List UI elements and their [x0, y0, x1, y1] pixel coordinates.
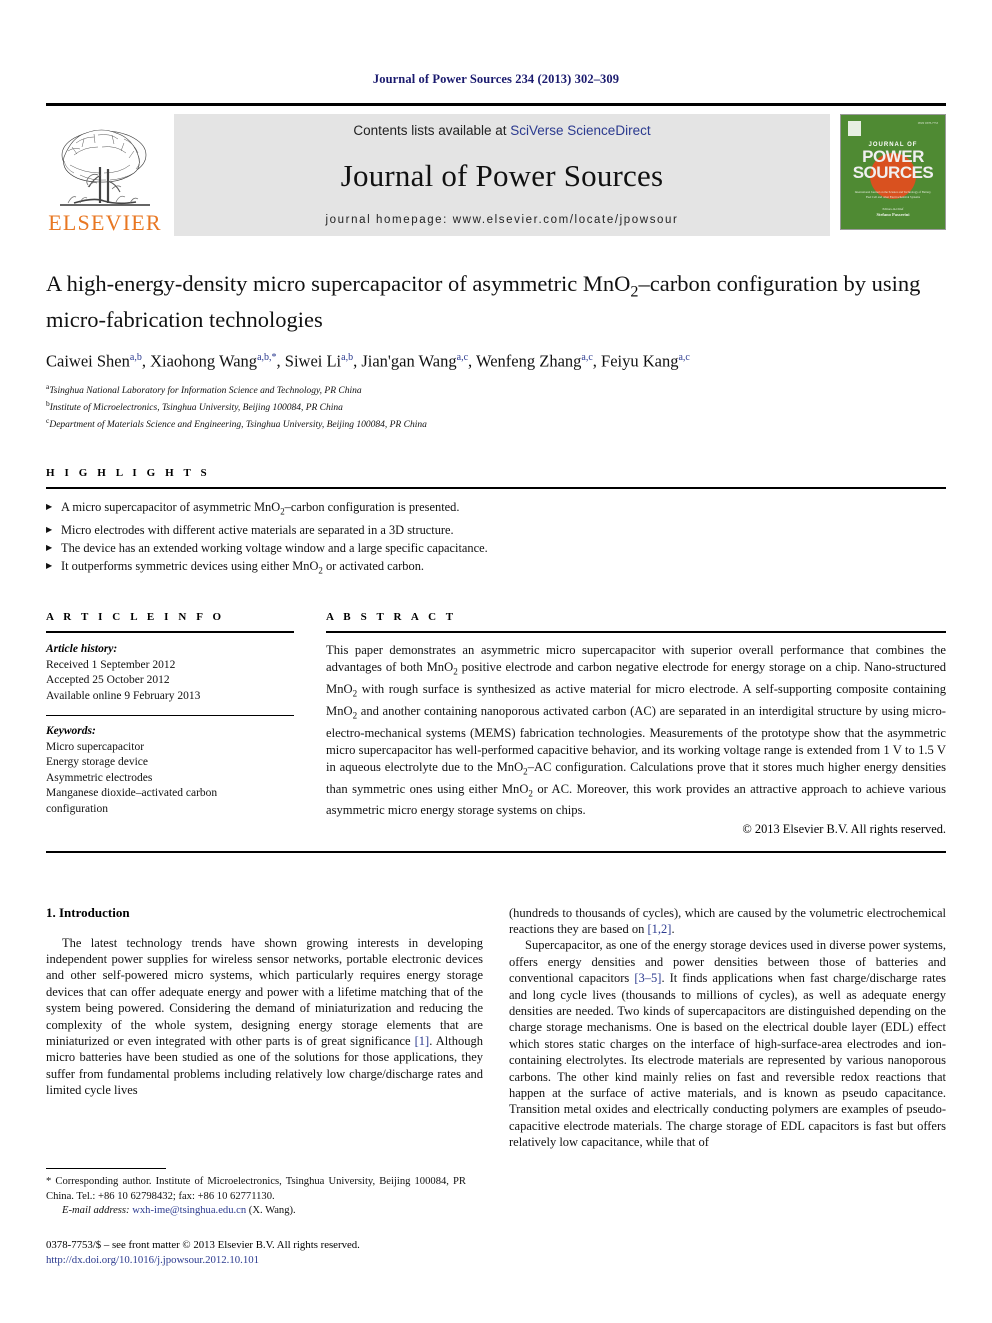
intro-paragraph-right-1: (hundreds to thousands of cycles), which…: [509, 905, 946, 936]
highlights-divider: [46, 487, 946, 490]
author-affil-marks: a,c: [678, 351, 690, 363]
journal-cover-thumbnail: ISSN 0378-7753 JOURNAL OF POWER SOURCES …: [840, 114, 946, 230]
author-name: Jian'gan Wang: [361, 351, 457, 370]
highlight-item: Micro electrodes with different active m…: [46, 521, 946, 539]
abstract-column: A B S T R A C T This paper demonstrates …: [326, 611, 946, 836]
email-link[interactable]: wxh-ime@tsinghua.edu.cn: [132, 1205, 246, 1216]
keywords-label: Keywords:: [46, 725, 96, 738]
author-affil-marks: a,b: [341, 351, 354, 363]
citation-link[interactable]: [3–5]: [634, 971, 661, 985]
affiliation-item: bInstitute of Microelectronics, Tsinghua…: [46, 398, 946, 415]
affiliation-list: aTsinghua National Laboratory for Inform…: [46, 381, 946, 431]
highlights-list: A micro supercapacitor of asymmetric MnO…: [46, 498, 946, 579]
author-name: Xiaohong Wang: [150, 351, 258, 370]
article-history-label: Article history:: [46, 643, 118, 656]
author-name: Wenfeng Zhang: [475, 351, 582, 370]
keyword-item: Asymmetric electrodes: [46, 771, 153, 784]
running-head: Journal of Power Sources 234 (2013) 302–…: [372, 72, 620, 86]
cover-footer: Editors-in-Chief Stefano Passerini: [846, 207, 940, 218]
highlight-item: A micro supercapacitor of asymmetric MnO…: [46, 498, 946, 520]
footnote-block: * Corresponding author. Institute of Mic…: [46, 1168, 466, 1267]
article-info-divider: [46, 631, 294, 634]
cover-line3: SOURCES: [852, 163, 934, 182]
contents-prefix: Contents lists available at: [353, 123, 511, 138]
email-note: E-mail address: wxh-ime@tsinghua.edu.cn …: [46, 1204, 466, 1218]
citation-link[interactable]: [1,2]: [647, 922, 671, 936]
author-affil-marks: a,b: [129, 351, 142, 363]
cover-line2: POWER: [862, 147, 924, 166]
citation-link[interactable]: [1]: [415, 1034, 430, 1048]
intro-paragraph-right-2: Supercapacitor, as one of the energy sto…: [509, 938, 946, 1150]
email-attribution: (X. Wang).: [248, 1204, 296, 1216]
footnote-divider: [46, 1168, 166, 1170]
affiliation-text: Department of Materials Science and Engi…: [49, 419, 427, 430]
body-columns: 1. Introduction The latest technology tr…: [46, 905, 946, 1151]
contents-available-line: Contents lists available at SciVerse Sci…: [353, 123, 650, 138]
sciencedirect-link[interactable]: SciVerse ScienceDirect: [510, 123, 650, 138]
elsevier-logo: ELSEVIER: [46, 114, 164, 236]
section-heading-introduction: 1. Introduction: [46, 904, 130, 920]
article-history-item: Available online 9 February 2013: [46, 689, 201, 702]
cover-editor-names: Stefano Passerini: [876, 212, 910, 217]
cover-publisher-mark: [848, 121, 861, 136]
cover-issn-text: ISSN 0378-7753: [917, 121, 938, 125]
journal-homepage-link[interactable]: journal homepage: www.elsevier.com/locat…: [326, 214, 679, 226]
affiliation-text: Tsinghua National Laboratory for Informa…: [49, 386, 362, 397]
affiliation-item: cDepartment of Materials Science and Eng…: [46, 415, 946, 432]
highlights-heading: H I G H L I G H T S: [46, 467, 211, 480]
keywords-divider: [46, 715, 294, 717]
highlight-item: The device has an extended working volta…: [46, 539, 946, 557]
keyword-item: Manganese dioxide–activated carbon: [46, 787, 218, 800]
journal-masthead: ELSEVIER Contents lists available at Sci…: [46, 103, 946, 236]
highlights-section: H I G H L I G H T S A micro supercapacit…: [46, 467, 946, 579]
journal-title: Journal of Power Sources: [340, 158, 664, 193]
abstract-heading: A B S T R A C T: [326, 611, 457, 624]
issn-line: 0378-7753/$ – see front matter © 2013 El…: [46, 1239, 360, 1251]
masthead-center-panel: Contents lists available at SciVerse Sci…: [174, 114, 830, 236]
corresponding-author-note: * Corresponding author. Institute of Mic…: [46, 1176, 466, 1202]
article-history-item: Accepted 25 October 2012: [46, 674, 170, 687]
author-affil-marks: a,c: [456, 351, 469, 363]
elsevier-wordmark: ELSEVIER: [48, 210, 162, 235]
issn-copyright-block: 0378-7753/$ – see front matter © 2013 El…: [46, 1238, 466, 1267]
abstract-text: This paper demonstrates an asymmetric mi…: [326, 643, 946, 818]
abstract-divider: [326, 631, 946, 634]
paper-page: Journal of Power Sources 234 (2013) 302–…: [0, 0, 992, 1323]
body-column-left: 1. Introduction The latest technology tr…: [46, 905, 483, 1151]
highlight-item: It outperforms symmetric devices using e…: [46, 557, 946, 579]
article-info-column: A R T I C L E I N F O Article history: R…: [46, 611, 294, 836]
intro-paragraph-left: The latest technology trends have shown …: [46, 935, 483, 1098]
abstract-copyright: © 2013 Elsevier B.V. All rights reserved…: [742, 821, 946, 836]
author-affil-marks: a,c: [581, 351, 593, 363]
elsevier-tree-icon: [60, 129, 150, 206]
page-title: A high-energy-density micro supercapacit…: [46, 271, 921, 332]
author-name: Feiyu Kang: [601, 351, 679, 370]
abstract-block-bottom-rule: [46, 850, 946, 853]
cover-tagline: International Journal on the Science and…: [854, 190, 932, 199]
article-history-item: Received 1 September 2012: [46, 658, 176, 671]
author-name: Siwei Li: [284, 351, 342, 370]
body-column-right: (hundreds to thousands of cycles), which…: [509, 905, 946, 1151]
keyword-item: configuration: [46, 802, 108, 815]
corresponding-author-marker[interactable]: *: [272, 352, 277, 363]
affiliation-text: Institute of Microelectronics, Tsinghua …: [49, 402, 343, 413]
keyword-item: Energy storage device: [46, 756, 148, 769]
doi-link[interactable]: http://dx.doi.org/10.1016/j.jpowsour.201…: [46, 1253, 466, 1268]
author-affil-marks: a,b,: [257, 351, 272, 363]
article-info-heading: A R T I C L E I N F O: [46, 611, 225, 624]
email-label: E-mail address:: [62, 1204, 130, 1216]
info-abstract-block: A R T I C L E I N F O Article history: R…: [46, 611, 946, 836]
affiliation-item: aTsinghua National Laboratory for Inform…: [46, 381, 946, 398]
author-name: Caiwei Shen: [46, 351, 130, 370]
title-block: A high-energy-density micro supercapacit…: [46, 270, 946, 431]
keyword-item: Micro supercapacitor: [46, 740, 145, 753]
author-list: Caiwei Shena,b, Xiaohong Wanga,b,*, Siwe…: [46, 351, 690, 370]
